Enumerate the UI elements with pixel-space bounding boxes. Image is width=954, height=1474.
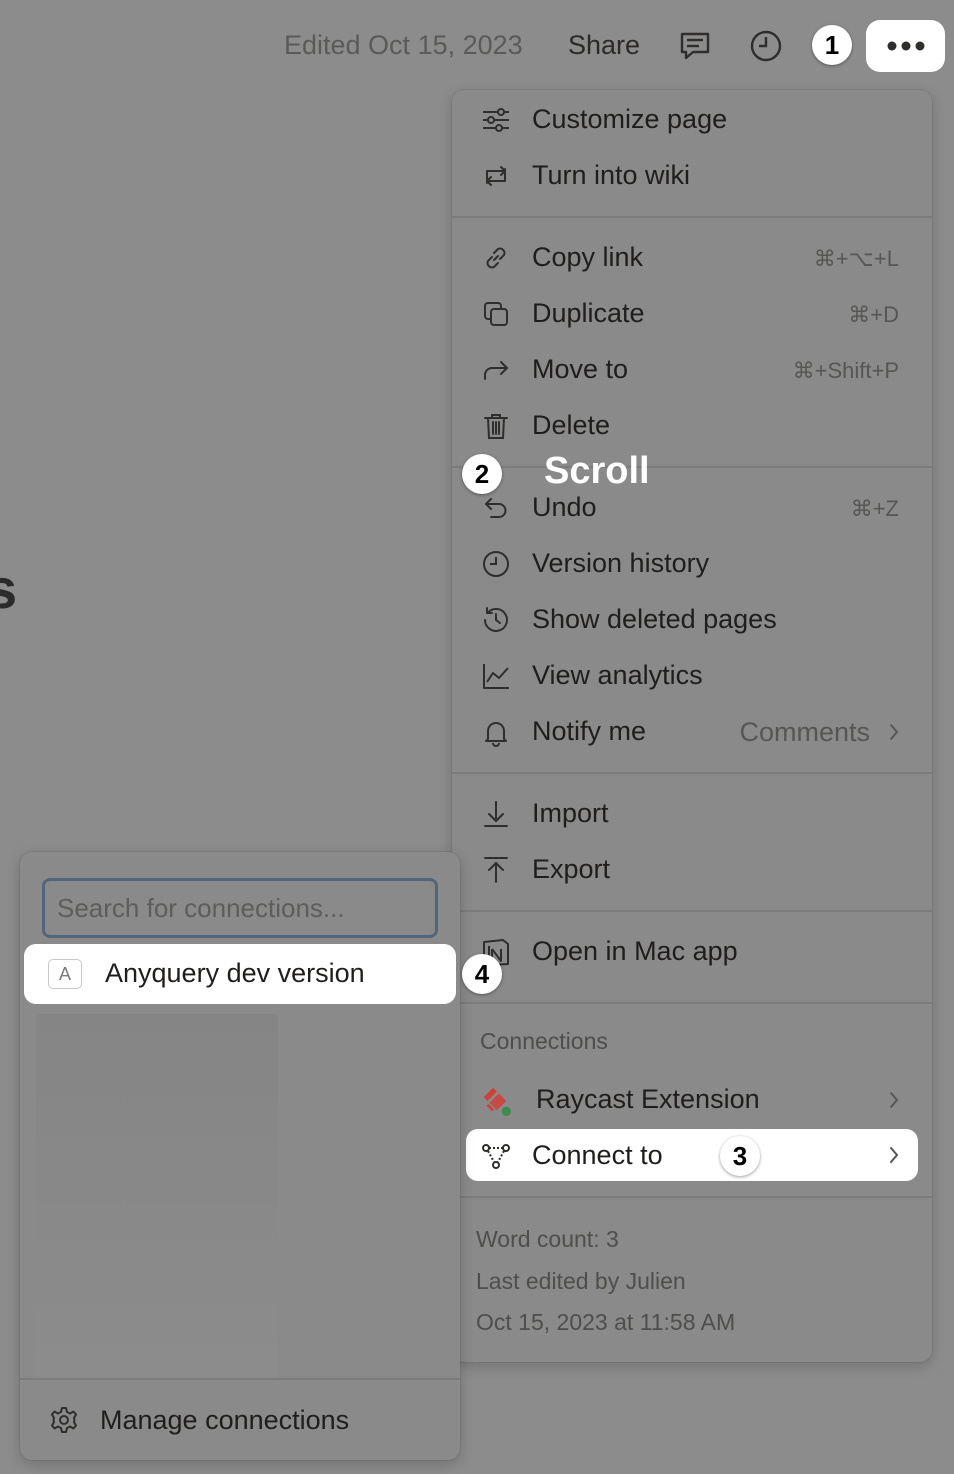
link-icon (480, 242, 512, 274)
last-edited-by: Last edited by Julien (476, 1268, 686, 1294)
notify-value: Comments (739, 717, 870, 747)
manage-connections-label: Manage connections (100, 1405, 350, 1435)
chevron-right-icon (886, 718, 902, 746)
word-count: Word count: 3 (476, 1226, 619, 1252)
share-button[interactable]: Share (568, 30, 640, 61)
duplicate-icon (480, 298, 512, 330)
menu-divider (452, 466, 932, 468)
shortcut-hint: ⌘+D (848, 302, 899, 327)
trash-icon (480, 410, 512, 442)
menu-item-label: Notify me (532, 716, 647, 746)
menu-item-move-to[interactable]: Move to ⌘+Shift+P (452, 342, 932, 398)
menu-divider (452, 1002, 932, 1004)
menu-item-label: Copy link (532, 242, 644, 272)
ellipsis-icon (887, 41, 924, 51)
connections-panel: A Anyquery dev version Manage connection… (20, 852, 460, 1460)
menu-item-label: Open in Mac app (532, 936, 738, 966)
last-edited-at: Oct 15, 2023 at 11:58 AM (476, 1309, 736, 1335)
menu-item-export[interactable]: Export (452, 842, 932, 898)
menu-item-label: Show deleted pages (532, 604, 777, 634)
import-arrow-icon (480, 798, 512, 830)
panel-divider (20, 1378, 460, 1380)
menu-item-label: Connect to (532, 1140, 663, 1170)
menu-item-notify-me[interactable]: Notify me Comments (452, 704, 932, 760)
shortcut-hint: ⌘+⌥+L (813, 246, 899, 271)
menu-divider (452, 1196, 932, 1198)
gear-icon (48, 1404, 80, 1436)
menu-item-label: Version history (532, 548, 710, 578)
comments-icon[interactable] (675, 26, 715, 66)
clock-icon (480, 548, 512, 580)
menu-item-undo[interactable]: Undo ⌘+Z (452, 480, 932, 536)
menu-item-customize-page[interactable]: Customize page (452, 92, 932, 148)
menu-item-label: Export (532, 854, 611, 884)
shortcut-hint: ⌘+Z (850, 496, 899, 521)
menu-item-connect-to[interactable]: Connect to (466, 1129, 918, 1181)
menu-divider (452, 216, 932, 218)
menu-item-label: Turn into wiki (532, 160, 691, 190)
step-badge-2: 2 (462, 454, 502, 494)
connection-nodes-icon (480, 1140, 512, 1172)
menu-item-label: Undo (532, 492, 597, 522)
more-options-button[interactable] (866, 20, 945, 72)
raycast-logo-icon (480, 1084, 512, 1116)
menu-item-label: Delete (532, 410, 611, 440)
menu-divider (452, 910, 932, 912)
step-badge-3: 3 (720, 1136, 760, 1176)
redacted-area (36, 1014, 278, 1378)
menu-item-raycast-extension[interactable]: Raycast Extension (452, 1072, 932, 1128)
undo-icon (480, 492, 512, 524)
chevron-right-icon (886, 1086, 902, 1114)
shortcut-hint: ⌘+Shift+P (792, 358, 899, 383)
menu-item-label: Import (532, 798, 609, 828)
forward-arrow-icon (480, 354, 512, 386)
line-chart-icon (480, 660, 512, 692)
step-badge-4: 4 (462, 954, 502, 994)
menu-divider (452, 772, 932, 774)
menu-item-label: Raycast Extension (536, 1084, 760, 1114)
menu-item-label: Duplicate (532, 298, 645, 328)
topbar: Edited Oct 15, 2023 Share 1 (0, 0, 954, 92)
menu-item-label: Customize page (532, 104, 728, 134)
menu-item-copy-link[interactable]: Copy link ⌘+⌥+L (452, 230, 932, 286)
step-badge-1: 1 (812, 25, 852, 65)
menu-item-show-deleted-pages[interactable]: Show deleted pages (452, 592, 932, 648)
menu-item-import[interactable]: Import (452, 786, 932, 842)
menu-item-label: Move to (532, 354, 629, 384)
anyquery-letter-icon: A (48, 959, 82, 989)
export-arrow-icon (480, 854, 512, 886)
menu-item-open-in-mac-app[interactable]: Open in Mac app (452, 924, 932, 980)
page-options-menu: Customize page Turn into wiki Copy link … (452, 90, 932, 1362)
menu-item-turn-into-wiki[interactable]: Turn into wiki (452, 148, 932, 204)
menu-item-duplicate[interactable]: Duplicate ⌘+D (452, 286, 932, 342)
connection-item-label: Anyquery dev version (105, 958, 365, 988)
manage-connections-button[interactable]: Manage connections (20, 1392, 460, 1448)
connections-search-input[interactable] (42, 878, 438, 938)
chevron-right-icon (886, 1141, 902, 1169)
bell-icon (480, 716, 512, 748)
menu-item-version-history[interactable]: Version history (452, 536, 932, 592)
menu-item-label: View analytics (532, 660, 703, 690)
scroll-annotation: Scroll (544, 450, 650, 492)
menu-item-view-analytics[interactable]: View analytics (452, 648, 932, 704)
history-clock-icon[interactable] (746, 26, 786, 66)
menu-item-delete[interactable]: Delete (452, 398, 932, 454)
page-title-fragment: s (0, 557, 18, 620)
convert-arrows-icon (480, 160, 512, 192)
restore-clock-icon (480, 604, 512, 636)
edited-timestamp: Edited Oct 15, 2023 (284, 30, 523, 60)
sliders-icon (480, 104, 512, 136)
connection-item-anyquery[interactable]: A Anyquery dev version (24, 944, 456, 1004)
connections-section-title: Connections (480, 1028, 608, 1054)
